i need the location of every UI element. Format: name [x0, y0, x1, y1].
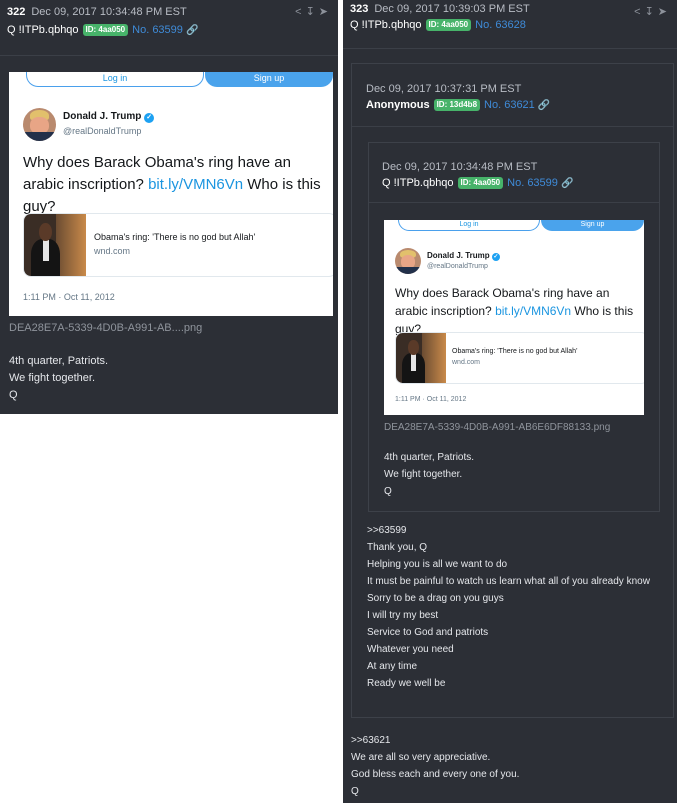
reply-backlink[interactable]: >>63621 [351, 732, 519, 749]
quoted-author: Anonymous [366, 99, 430, 111]
tweet-signup-button: Sign up [541, 220, 644, 231]
reply-icon[interactable]: ➤ [319, 6, 332, 18]
inner-date: Dec 09, 2017 10:34:48 PM EST [382, 161, 538, 173]
post-line: Thank you, Q [367, 542, 428, 553]
post-line: It must be painful to watch us learn wha… [367, 576, 650, 587]
quoted-post-63621: Dec 09, 2017 10:37:31 PM EST Anonymous ID… [351, 63, 674, 718]
inner-post-text: 4th quarter, Patriots. We fight together… [384, 449, 474, 500]
post-line: Q [384, 486, 392, 497]
card-photo [396, 333, 446, 383]
tweet-name-text: Donald J. Trump [427, 251, 490, 260]
post-line: Q [9, 389, 18, 401]
tweet-author-name: Donald J. Trump ✓ [427, 251, 500, 261]
post-number-link[interactable]: No. 63599 [132, 24, 183, 36]
tripcode: Q !ITPb.qbhqo [350, 19, 422, 31]
tweet-signup-button: Sign up [205, 72, 333, 87]
post-line: At any time [367, 661, 418, 672]
tweet-login-button: Log in [26, 72, 204, 87]
link-chain-icon[interactable]: 🔗 [186, 25, 198, 36]
link-chain-icon[interactable]: 🔗 [538, 100, 550, 111]
tweet-timestamp: 1:11 PM · Oct 11, 2012 [395, 396, 467, 403]
post-text: 4th quarter, Patriots. We fight together… [9, 353, 108, 404]
post-line: Ready we well be [367, 678, 446, 689]
tweet-link: bit.ly/VMN6Vn [495, 304, 572, 318]
post-number-link[interactable]: No. 63621 [484, 99, 535, 111]
id-badge[interactable]: ID: 4aa050 [425, 19, 472, 31]
quoted-post-63599: Dec 09, 2017 10:34:48 PM EST Q !ITPb.qbh… [368, 142, 660, 512]
verified-badge-icon: ✓ [144, 113, 155, 123]
tweet-author-name: Donald J. Trump ✓ [63, 111, 155, 123]
verified-badge-icon: ✓ [491, 253, 500, 261]
post-line: Whatever you need [367, 644, 454, 655]
post-header-line2: Q !ITPb.qbhqo ID: 4aa050 No. 63628 [350, 18, 526, 33]
post-line: 4th quarter, Patriots. [384, 452, 475, 463]
tweet-avatar [395, 248, 421, 274]
tweet-link-card: Obama's ring: 'There is no god but Allah… [23, 213, 333, 277]
share-icon[interactable]: < [295, 6, 305, 18]
post-tools: <↧➤ [634, 5, 671, 18]
tweet-avatar [23, 108, 56, 141]
tweet-screenshot[interactable]: Log in Sign up Donald J. Trump ✓ @realDo… [384, 220, 644, 415]
tweet-screenshot[interactable]: Log in Sign up Donald J. Trump ✓ @realDo… [9, 72, 333, 316]
tweet-handle: @realDonaldTrump [427, 263, 488, 270]
tweet-link-card: Obama's ring: 'There is no god but Allah… [395, 332, 644, 384]
post-line: We fight together. [9, 372, 96, 384]
post-header-line2: Q !ITPb.qbhqo ID: 4aa050 No. 63599 🔗 [7, 23, 198, 38]
tweet-name-text: Donald J. Trump [63, 111, 142, 122]
post-line: We fight together. [384, 469, 463, 480]
post-header-line1: 322 Dec 09, 2017 10:34:48 PM EST [7, 5, 187, 20]
inner-header: Q !ITPb.qbhqo ID: 4aa050 No. 63599 🔗 [382, 176, 573, 191]
post-322: <↧➤ 322 Dec 09, 2017 10:34:48 PM EST Q !I… [0, 0, 338, 414]
post-date: Dec 09, 2017 10:39:03 PM EST [374, 3, 530, 15]
post-header-line1: 323 Dec 09, 2017 10:39:03 PM EST [350, 2, 530, 17]
quoted-date: Dec 09, 2017 10:37:31 PM EST [366, 83, 522, 95]
tweet-text: Why does Barack Obama's ring have an ara… [23, 152, 328, 218]
post-date: Dec 09, 2017 10:34:48 PM EST [31, 6, 187, 18]
tweet-timestamp: 1:11 PM · Oct 11, 2012 [23, 292, 115, 302]
post-number-link[interactable]: No. 63599 [507, 177, 558, 189]
post-line: I will try my best [367, 610, 439, 621]
post-line: Q [351, 786, 359, 797]
header-divider [343, 48, 677, 49]
post-tools: <↧➤ [295, 5, 332, 18]
post-number-link[interactable]: No. 63628 [475, 19, 526, 31]
reply-icon[interactable]: ➤ [658, 6, 671, 18]
post-text: >>63621 We are all so very appreciative.… [351, 732, 519, 800]
tweet-text: Why does Barack Obama's ring have an ara… [395, 284, 641, 338]
post-number[interactable]: 323 [350, 3, 368, 15]
download-icon[interactable]: ↧ [306, 6, 319, 18]
id-badge[interactable]: ID: 13d4b8 [433, 99, 481, 111]
image-filename[interactable]: DEA28E7A-5339-4D0B-A991-AB....png [9, 320, 202, 337]
post-line: God bless each and every one of you. [351, 769, 520, 780]
card-domain: wnd.com [452, 359, 481, 366]
post-line: We are all so very appreciative. [351, 752, 491, 763]
tripcode: Q !ITPb.qbhqo [7, 24, 79, 36]
quoted-divider [352, 126, 673, 127]
quoted-post-text: >>63599 Thank you, Q Helping you is all … [367, 522, 662, 692]
tripcode: Q !ITPb.qbhqo [382, 177, 454, 189]
id-badge[interactable]: ID: 4aa050 [82, 24, 129, 36]
tweet-login-button: Log in [398, 220, 540, 231]
download-icon[interactable]: ↧ [645, 6, 658, 18]
share-icon[interactable]: < [634, 6, 644, 18]
link-chain-icon[interactable]: 🔗 [561, 178, 573, 189]
post-323: <↧➤ 323 Dec 09, 2017 10:39:03 PM EST Q !I… [343, 0, 677, 803]
post-number[interactable]: 322 [7, 6, 25, 18]
card-title: Obama's ring: 'There is no god but Allah… [94, 232, 256, 242]
reply-backlink[interactable]: >>63599 [367, 522, 662, 539]
tweet-handle: @realDonaldTrump [63, 126, 142, 136]
card-photo [24, 214, 86, 276]
post-line: 4th quarter, Patriots. [9, 355, 109, 367]
quoted-header: Anonymous ID: 13d4b8 No. 63621 🔗 [366, 98, 550, 113]
card-domain: wnd.com [94, 246, 131, 256]
id-badge[interactable]: ID: 4aa050 [457, 177, 504, 189]
post-line: Helping you is all we want to do [367, 559, 508, 570]
inner-divider [369, 202, 659, 203]
header-divider [0, 55, 338, 56]
image-filename[interactable]: DEA28E7A-5339-4D0B-A991-AB6E6DF88133.png [384, 419, 610, 436]
card-title: Obama's ring: 'There is no god but Allah… [452, 348, 578, 355]
post-line: Service to God and patriots [367, 627, 489, 638]
post-line: Sorry to be a drag on you guys [367, 593, 504, 604]
tweet-link: bit.ly/VMN6Vn [148, 176, 244, 193]
